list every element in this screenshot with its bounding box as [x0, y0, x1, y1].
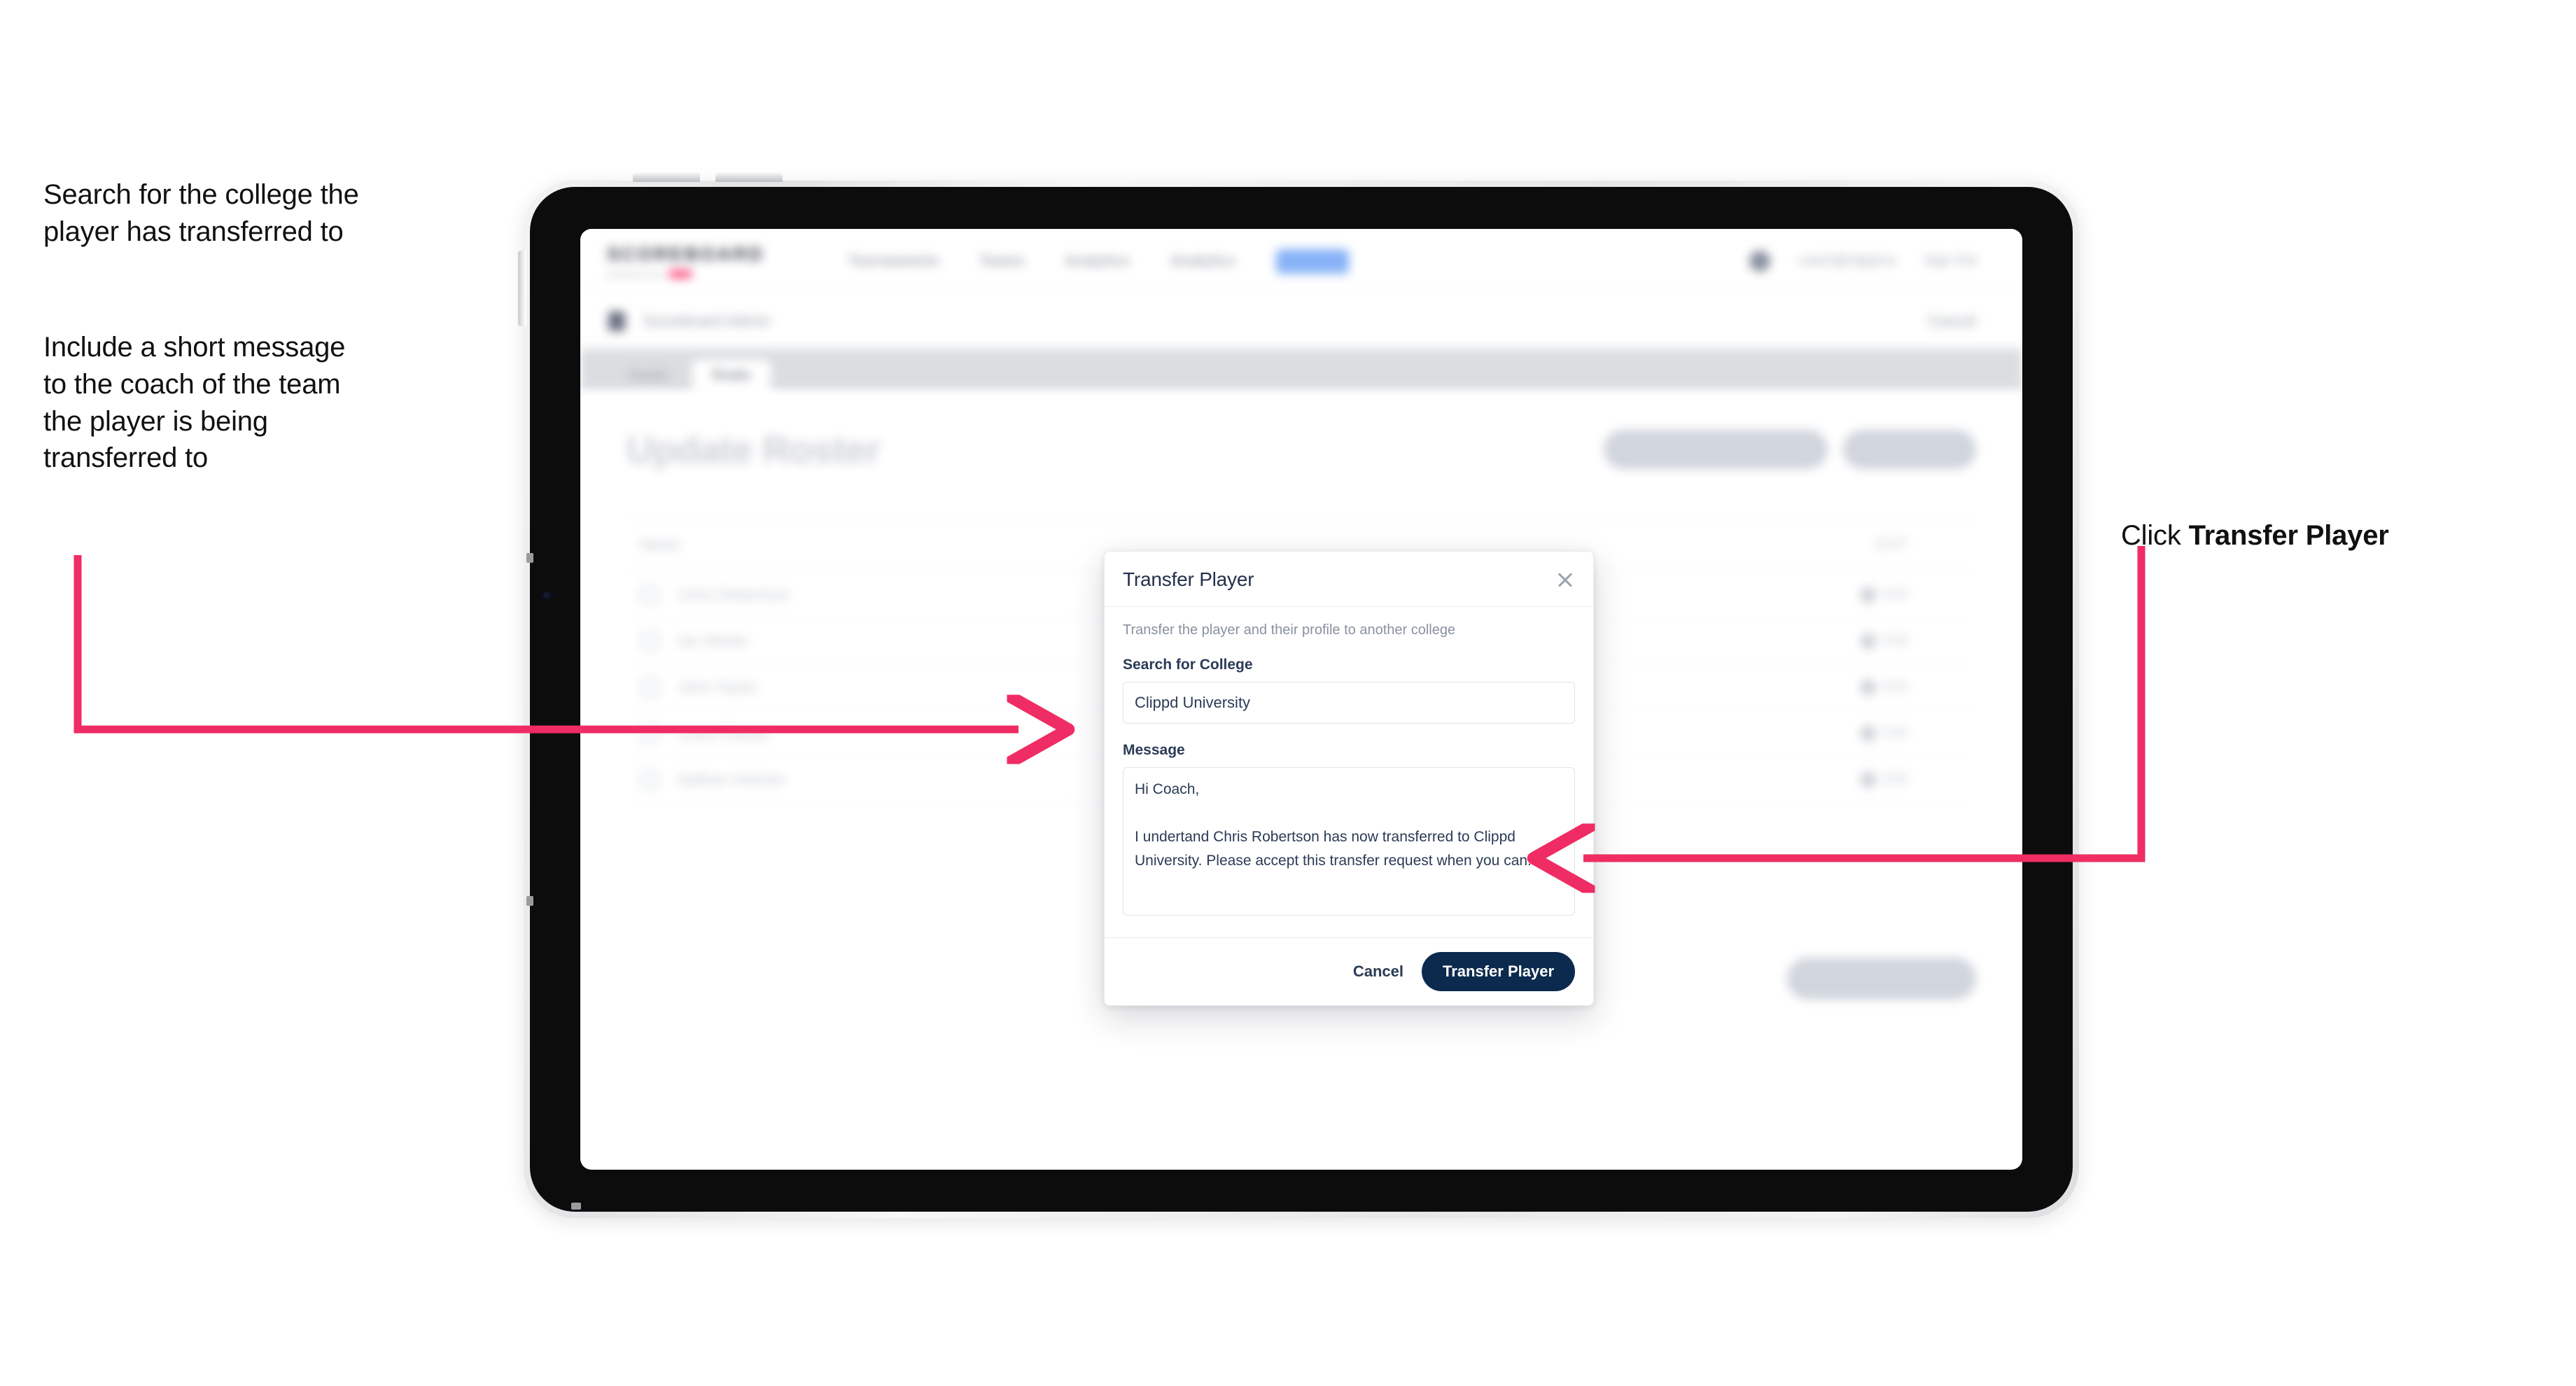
message-label: Message: [1123, 742, 1185, 758]
search-college-label: Search for College: [1123, 657, 1253, 673]
transfer-player-dialog: Transfer Player Transfer the player and …: [1104, 551, 1594, 1006]
transfer-player-button[interactable]: Transfer Player: [1422, 952, 1575, 991]
annotation-click-prefix: Click: [2121, 519, 2189, 551]
dialog-description: Transfer the player and their profile to…: [1123, 622, 1456, 638]
speaker-port: [571, 1203, 581, 1210]
annotation-search-college: Search for the college the player has tr…: [43, 179, 359, 247]
cancel-button[interactable]: Cancel: [1353, 962, 1404, 981]
volume-down-button: [715, 172, 783, 182]
microphone-port: [526, 896, 533, 906]
annotation-include-message: Include a short message to the coach of …: [43, 332, 346, 474]
dialog-header: Transfer Player: [1105, 552, 1593, 607]
annotation-click-transfer: Click Transfer Player: [2121, 480, 2555, 554]
microphone-port: [526, 553, 533, 563]
dialog-footer: Cancel Transfer Player: [1105, 937, 1593, 1005]
front-camera: [539, 592, 554, 599]
message-field-group: Message: [1123, 742, 1575, 919]
power-button: [518, 251, 526, 326]
dialog-body: Transfer the player and their profile to…: [1105, 607, 1593, 937]
dialog-title: Transfer Player: [1123, 568, 1254, 590]
tablet-screen: SCOREBOARD powered by Tournaments Teams …: [580, 229, 2022, 1170]
volume-up-button: [633, 172, 700, 182]
annotation-click-strong: Transfer Player: [2188, 519, 2389, 551]
tablet-bezel: SCOREBOARD powered by Tournaments Teams …: [530, 187, 2073, 1212]
search-college-input[interactable]: [1123, 682, 1575, 724]
message-textarea[interactable]: [1123, 767, 1575, 916]
close-icon[interactable]: [1555, 570, 1575, 589]
tablet-device-frame: SCOREBOARD powered by Tournaments Teams …: [524, 181, 2079, 1218]
screenshot-root: Search for the college the player has tr…: [0, 0, 2576, 1386]
